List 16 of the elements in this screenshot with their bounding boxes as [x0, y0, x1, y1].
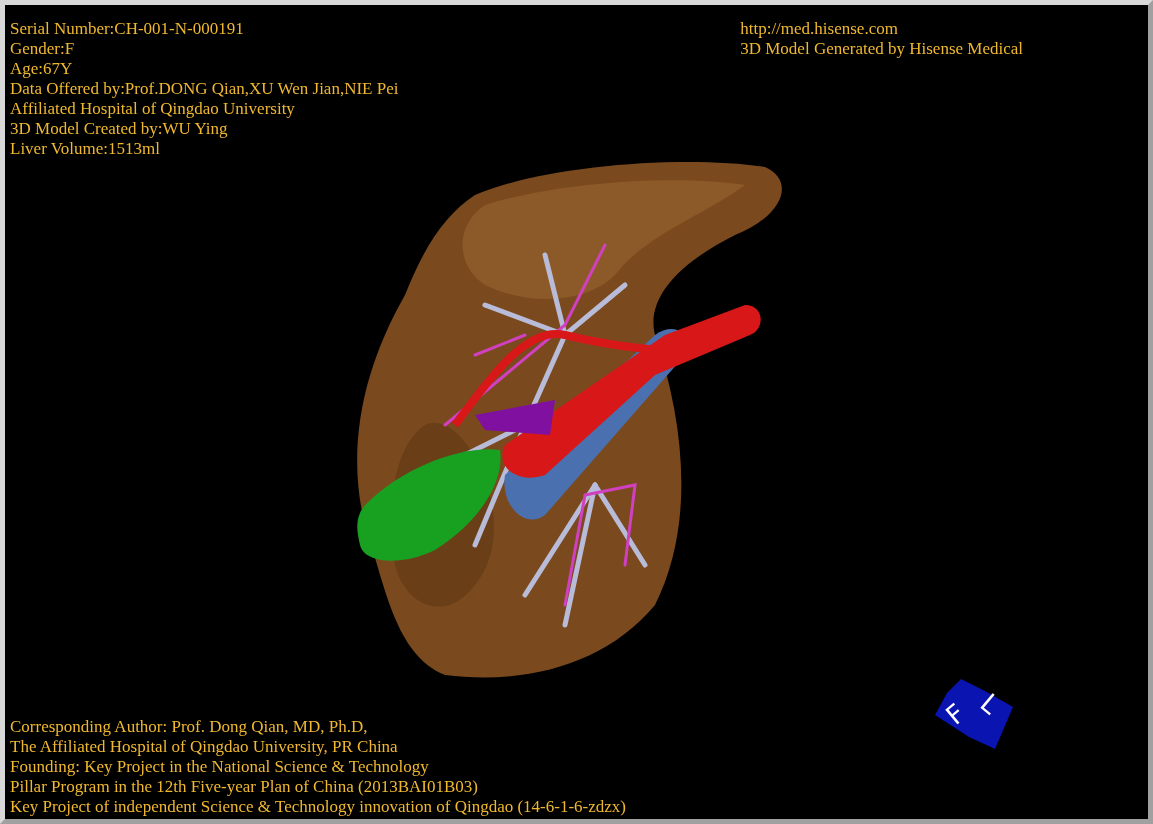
patient-info-text: Serial Number:CH-001-N-000191 — [10, 19, 245, 39]
patient-info-text: Age:67Y — [10, 59, 74, 79]
credits-text: Founding: Key Project in the National Science & Technology — [10, 757, 430, 777]
cube-face-label: F — [940, 698, 971, 731]
patient-info-text: Affiliated Hospital of Qingdao University — [10, 99, 296, 119]
cube-face-label: L — [974, 687, 1005, 720]
patient-info-text: Liver Volume:1513ml — [10, 139, 161, 159]
credits-text: The Affiliated Hospital of Qingdao University, PR China — [10, 737, 399, 757]
source-info-text: http://med.hisense.com — [740, 19, 899, 39]
patient-info-text: Data Offered by:Prof.DONG Qian,XU Wen Jian,NIE Pei — [10, 79, 399, 99]
patient-info-text: 3D Model Created by:WU Ying — [10, 119, 229, 139]
source-info-text: 3D Model Generated by Hisense Medical — [740, 39, 1023, 59]
patient-info-text: Gender:F — [10, 39, 76, 59]
credits-text: Corresponding Author: Prof. Dong Qian, MD, Ph.D, — [10, 717, 369, 737]
credits-text: Key Project of independent Science & Technology innovation of Qingdao (14-6-1-6-zdzx) — [10, 797, 626, 817]
credits-text: Pillar Program in the 12th Five-year Plan of China (2013BAI01B03) — [10, 777, 479, 797]
